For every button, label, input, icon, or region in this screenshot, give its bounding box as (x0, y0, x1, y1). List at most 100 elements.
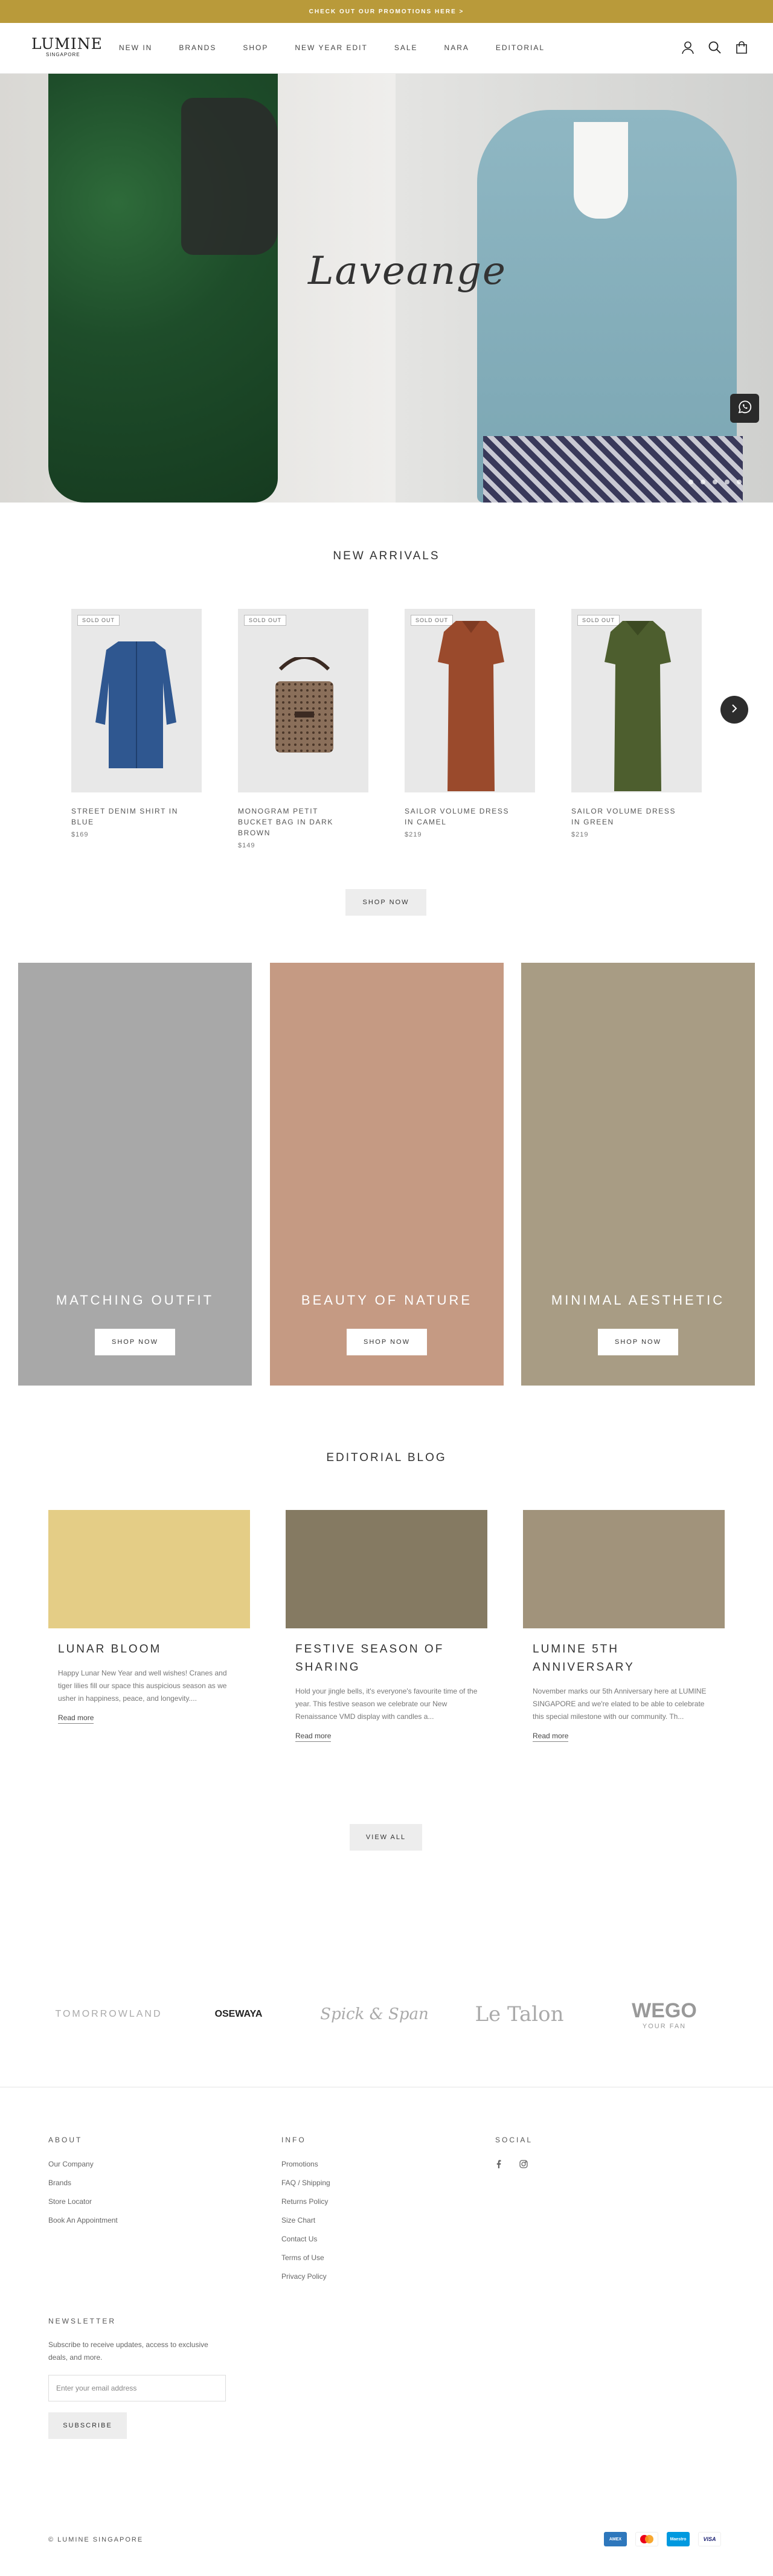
brand-logo-le-talon[interactable]: Le Talon (465, 1987, 574, 2041)
subscribe-button[interactable]: SUBSCRIBE (48, 2412, 127, 2439)
logo-wordmark[interactable]: LUMINE (31, 36, 102, 52)
wego-wordmark: WEGO (632, 1999, 697, 2022)
footer-link-our-company[interactable]: Our Company (48, 2155, 118, 2174)
product-card[interactable]: SOLD OUT SAILOR VOLUME DRESS IN GREEN $2… (571, 609, 702, 838)
whatsapp-chat-button[interactable] (730, 394, 759, 423)
collection-shop-now-button[interactable]: SHOP NOW (95, 1329, 175, 1355)
promo-text[interactable]: CHECK OUT OUR PROMOTIONS HERE > (309, 8, 464, 15)
wego-tagline: YOUR FAN (642, 2022, 687, 2030)
visa-icon: VISA (698, 2532, 721, 2546)
promo-bar[interactable]: CHECK OUT OUR PROMOTIONS HERE > (0, 0, 773, 23)
blog-post-card[interactable]: FESTIVE SEASON OF SHARING Hold your jing… (286, 1510, 487, 1742)
brand-logo-osewaya[interactable]: OSEWAYA (199, 1987, 278, 2041)
footer-heading-info: INFO (281, 2136, 306, 2144)
collection-card-minimal-aesthetic[interactable]: MINIMAL AESTHETIC SHOP NOW (521, 963, 755, 1386)
brand-logo-wego[interactable]: WEGO YOUR FAN (613, 1987, 716, 2041)
product-name[interactable]: MONOGRAM PETIT BUCKET BAG IN DARK BROWN (238, 806, 347, 838)
slide-dot[interactable] (725, 480, 730, 484)
footer-link-book-appointment[interactable]: Book An Appointment (48, 2211, 118, 2230)
facebook-icon[interactable] (496, 2160, 501, 2171)
cart-icon[interactable] (736, 41, 748, 54)
read-more-link[interactable]: Read more (533, 1732, 569, 1742)
maestro-icon: Maestro (667, 2532, 690, 2546)
carousel-next-button[interactable] (720, 696, 748, 724)
read-more-link[interactable]: Read more (58, 1714, 94, 1724)
product-image[interactable]: SOLD OUT (238, 609, 368, 792)
footer-links-info: Promotions FAQ / Shipping Returns Policy… (281, 2155, 330, 2286)
slide-dot[interactable] (713, 480, 717, 484)
search-icon[interactable] (708, 41, 721, 54)
blog-post-title[interactable]: LUNAR BLOOM (58, 1640, 240, 1659)
footer-heading-newsletter: NEWSLETTER (48, 2317, 117, 2325)
slide-dot[interactable] (688, 480, 693, 484)
product-name[interactable]: SAILOR VOLUME DRESS IN CAMEL (405, 806, 513, 827)
sold-out-badge: SOLD OUT (244, 615, 287, 626)
footer-link-store-locator[interactable]: Store Locator (48, 2192, 118, 2211)
brand-logo-tomorrowland[interactable]: TOMORROWLAND (54, 1987, 163, 2041)
slide-dot[interactable] (737, 480, 742, 484)
logo-subtitle: SINGAPORE (46, 52, 80, 57)
hero-model-sleeve (181, 98, 278, 255)
footer-links-about: Our Company Brands Store Locator Book An… (48, 2155, 118, 2230)
whatsapp-icon (737, 399, 752, 418)
footer-link-privacy-policy[interactable]: Privacy Policy (281, 2267, 330, 2286)
collection-card-matching-outfit[interactable]: MATCHING OUTFIT SHOP NOW (18, 963, 252, 1386)
nav-item-nara[interactable]: NARA (444, 43, 469, 52)
blog-post-card[interactable]: LUNAR BLOOM Happy Lunar New Year and wel… (48, 1510, 250, 1724)
account-icon[interactable] (682, 41, 694, 54)
collection-card-beauty-of-nature[interactable]: BEAUTY OF NATURE SHOP NOW (270, 963, 504, 1386)
blog-post-card[interactable]: LUMINE 5TH ANNIVERSARY November marks ou… (523, 1510, 725, 1742)
nav-item-new-year-edit[interactable]: NEW YEAR EDIT (295, 43, 367, 52)
product-price: $219 (405, 831, 422, 838)
mastercard-icon (635, 2532, 658, 2546)
product-name[interactable]: STREET DENIM SHIRT IN BLUE (71, 806, 180, 827)
collection-title: MATCHING OUTFIT (56, 1293, 214, 1308)
footer-link-size-chart[interactable]: Size Chart (281, 2211, 330, 2230)
editorial-blog-title: EDITORIAL BLOG (326, 1451, 447, 1464)
footer-link-promotions[interactable]: Promotions (281, 2155, 330, 2174)
product-card[interactable]: SOLD OUT MONOGRAM PETIT BUCKET BAG IN DA… (238, 609, 368, 849)
nav-item-shop[interactable]: SHOP (243, 43, 268, 52)
brand-logos-row: TOMORROWLAND OSEWAYA Spick & Span Le Tal… (0, 1987, 773, 2041)
read-more-link[interactable]: Read more (295, 1732, 332, 1742)
footer-link-returns-policy[interactable]: Returns Policy (281, 2192, 330, 2211)
logo[interactable]: LUMINE SINGAPORE (31, 36, 102, 58)
footer-link-terms-of-use[interactable]: Terms of Use (281, 2249, 330, 2267)
sold-out-badge: SOLD OUT (77, 615, 120, 626)
slide-dot[interactable] (701, 480, 705, 484)
footer-heading-about: ABOUT (48, 2136, 83, 2144)
copyright-text: © LUMINE SINGAPORE (48, 2536, 144, 2543)
footer-link-faq-shipping[interactable]: FAQ / Shipping (281, 2174, 330, 2192)
instagram-icon[interactable] (519, 2160, 528, 2171)
blog-post-title[interactable]: FESTIVE SEASON OF SHARING (295, 1640, 478, 1677)
collection-title: BEAUTY OF NATURE (301, 1293, 473, 1308)
brand-logo-spick-and-span[interactable]: Spick & Span (320, 1987, 429, 2041)
product-image[interactable]: SOLD OUT (571, 609, 702, 792)
product-name[interactable]: SAILOR VOLUME DRESS IN GREEN (571, 806, 680, 827)
green-dress-illustration (605, 621, 671, 791)
payment-label: Maestro (670, 2537, 687, 2542)
footer-link-contact-us[interactable]: Contact Us (281, 2230, 330, 2249)
newsletter-email-input[interactable]: Enter your email address (48, 2375, 226, 2401)
footer-link-brands[interactable]: Brands (48, 2174, 118, 2192)
nav-item-sale[interactable]: SALE (394, 43, 418, 52)
blog-post-image[interactable] (48, 1510, 250, 1628)
product-price: $169 (71, 831, 89, 838)
nav-item-brands[interactable]: BRANDS (179, 43, 216, 52)
nav-item-new-in[interactable]: NEW IN (119, 43, 152, 52)
shop-now-button[interactable]: SHOP NOW (345, 889, 426, 916)
collection-shop-now-button[interactable]: SHOP NOW (347, 1329, 427, 1355)
hero-model-skirt (483, 436, 743, 503)
view-all-button[interactable]: VIEW ALL (350, 1824, 422, 1851)
product-card[interactable]: SOLD OUT STREET DENIM SHIRT IN BLUE $169 (71, 609, 202, 838)
blog-post-image[interactable] (286, 1510, 487, 1628)
collection-shop-now-button[interactable]: SHOP NOW (598, 1329, 678, 1355)
nav-item-editorial[interactable]: EDITORIAL (496, 43, 545, 52)
hero-banner[interactable]: Laveange (0, 74, 773, 503)
blog-post-image[interactable] (523, 1510, 725, 1628)
blog-post-title[interactable]: LUMINE 5TH ANNIVERSARY (533, 1640, 715, 1677)
hero-model-inner-top (574, 122, 628, 219)
product-image[interactable]: SOLD OUT (71, 609, 202, 792)
product-card[interactable]: SOLD OUT SAILOR VOLUME DRESS IN CAMEL $2… (405, 609, 535, 838)
product-image[interactable]: SOLD OUT (405, 609, 535, 792)
